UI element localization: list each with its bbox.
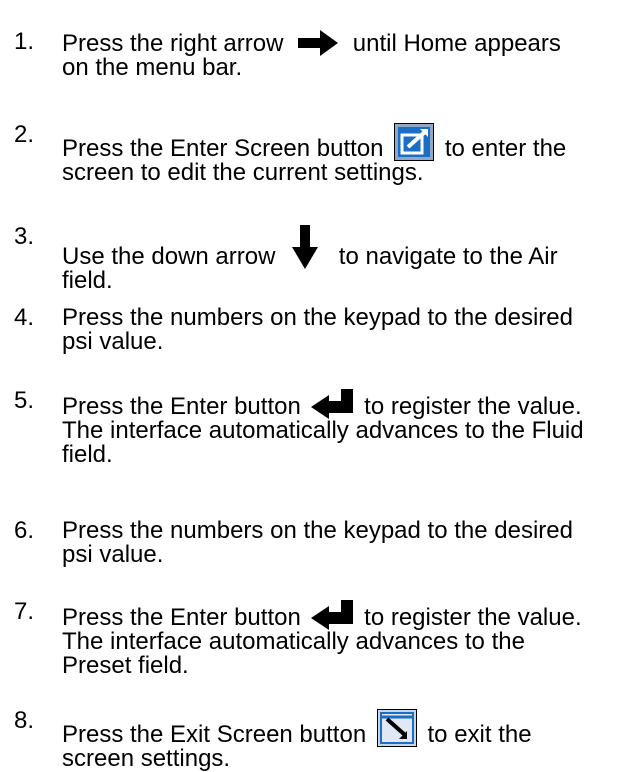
step-text: Press the right arrow: [62, 30, 284, 57]
step-text-line: The interface automatically advances to …: [62, 628, 525, 655]
step-number: 4.: [14, 304, 35, 331]
step-text: to register the value.: [364, 393, 582, 420]
step-text-line: psi value.: [62, 328, 164, 355]
step-text: Press the numbers on the keypad to the d…: [62, 304, 573, 331]
step-number: 3.: [14, 223, 35, 250]
step-text-line: screen settings.: [62, 745, 231, 772]
step-text: Press the Enter button: [62, 393, 301, 420]
enter-icon: [311, 389, 357, 419]
step-text: to navigate to the Air: [338, 243, 558, 270]
step-text: until Home appears: [352, 30, 561, 57]
step-number: 1.: [14, 28, 35, 55]
step-text-line: Preset field.: [62, 652, 189, 679]
step-text-line: psi value.: [62, 541, 164, 568]
step-text: Press the Enter Screen button: [62, 135, 384, 162]
step-number: 6.: [14, 517, 35, 544]
enter-icon: [311, 600, 357, 630]
step-text: to register the value.: [364, 604, 582, 631]
step-text: to enter the: [444, 135, 567, 162]
right-arrow-icon: [298, 30, 339, 56]
step-text-line: on the menu bar.: [62, 54, 243, 81]
step-text: Press the Enter button: [62, 604, 301, 631]
step-number: 5.: [14, 387, 35, 414]
down-arrow-icon: [292, 225, 319, 269]
step-text: to exit the: [427, 721, 532, 748]
step-text-line: screen to edit the current settings.: [62, 159, 424, 186]
instruction-page: { "steps": [ { "number": "1.", "before":…: [0, 0, 640, 771]
step-text: Use the down arrow: [62, 243, 276, 270]
step-text: Press the numbers on the keypad to the d…: [62, 517, 573, 544]
step-number: 2.: [14, 121, 35, 148]
step-text-line: The interface automatically advances to …: [62, 417, 584, 444]
step-text: Press the Exit Screen button: [62, 721, 367, 748]
step-text-line: field.: [62, 441, 113, 468]
step-number: 7.: [14, 598, 35, 625]
step-number: 8.: [14, 707, 35, 734]
enter-screen-icon: [394, 123, 435, 161]
exit-screen-icon: [376, 709, 417, 747]
step-text-line: field.: [62, 267, 113, 294]
